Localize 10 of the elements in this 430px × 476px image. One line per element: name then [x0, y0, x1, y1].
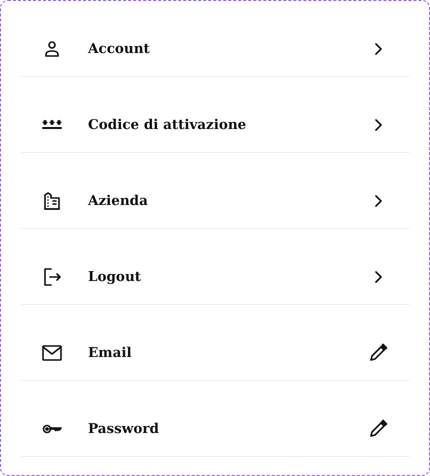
chevron-right-icon — [375, 271, 382, 283]
chevron-right-icon — [375, 43, 382, 55]
menu-item[interactable]: Email — [20, 305, 410, 381]
chevron-right-icon — [375, 119, 382, 131]
menu-item[interactable]: Azienda — [20, 153, 410, 229]
menu-item[interactable]: Account — [20, 1, 410, 77]
menu-item[interactable]: Password — [20, 381, 410, 457]
menu-item[interactable]: Codice di attivazione — [20, 77, 410, 153]
menu-item[interactable]: Logout — [20, 229, 410, 305]
chevron-right-icon — [375, 195, 382, 207]
